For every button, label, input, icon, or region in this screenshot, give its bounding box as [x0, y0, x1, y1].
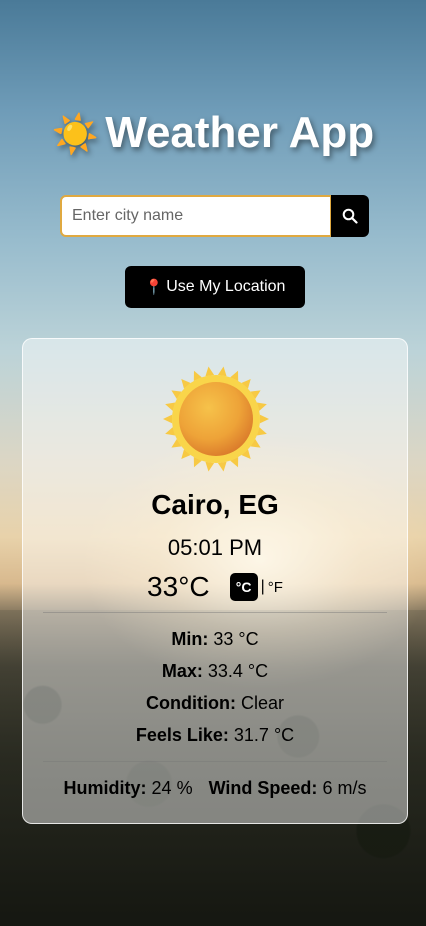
- app-title: ☀️ Weather App: [0, 108, 426, 158]
- sun-ray: [163, 414, 173, 424]
- sun-ray: [217, 461, 227, 472]
- sun-ray: [205, 366, 215, 377]
- fahrenheit-toggle[interactable]: °F: [268, 579, 283, 596]
- feels-like-value: 31.7 °C: [233, 725, 295, 745]
- divider-bottom: [43, 761, 387, 762]
- sun-icon: [163, 366, 269, 472]
- search-input[interactable]: [60, 195, 332, 237]
- min-value: 33 °C: [213, 629, 259, 649]
- unit-separator: |: [260, 578, 265, 595]
- use-my-location-button[interactable]: 📍 Use My Location: [125, 266, 305, 308]
- use-my-location-label: Use My Location: [166, 278, 286, 295]
- search-bar: [60, 195, 369, 237]
- condition: Condition: Clear: [23, 693, 407, 714]
- city-name: Cairo, EG: [151, 489, 279, 520]
- search-button[interactable]: [331, 195, 369, 237]
- feels-like: Feels Like: 31.7 °C: [23, 725, 407, 746]
- sun-ray: [259, 414, 269, 424]
- min-temp: Min: 33 °C: [23, 629, 407, 650]
- condition-label: Condition:: [146, 693, 236, 713]
- humidity-label: Humidity:: [63, 778, 147, 798]
- min-label: Min:: [171, 629, 209, 649]
- temperature-row: 33°C °C | °F: [23, 569, 407, 605]
- wind-label: Wind Speed:: [208, 778, 318, 798]
- app-title-text: Weather App: [105, 108, 375, 157]
- celsius-toggle[interactable]: °C: [229, 573, 258, 601]
- pin-icon: 📍: [144, 279, 164, 296]
- sun-ray: [205, 461, 215, 472]
- humidity-value: 24 %: [151, 778, 193, 798]
- search-icon: [342, 208, 358, 224]
- max-value: 33.4 °C: [207, 661, 269, 681]
- wind-value: 6 m/s: [322, 778, 367, 798]
- local-time: 05:01 PM: [167, 535, 263, 560]
- sun-ray: [217, 366, 227, 377]
- condition-value: Clear: [240, 693, 284, 713]
- max-label: Max:: [161, 661, 203, 681]
- max-temp: Max: 33.4 °C: [23, 661, 407, 682]
- sun-behind-cloud-icon: ☀️: [51, 114, 100, 157]
- humidity-wind-row: Humidity: 24 % Wind Speed: 6 m/s: [23, 778, 407, 799]
- temperature-value: 33°C: [147, 571, 210, 602]
- weather-card: Cairo, EG 05:01 PM 33°C °C | °F Min: 33 …: [22, 338, 408, 824]
- divider-top: [43, 612, 387, 613]
- feels-like-label: Feels Like:: [135, 725, 229, 745]
